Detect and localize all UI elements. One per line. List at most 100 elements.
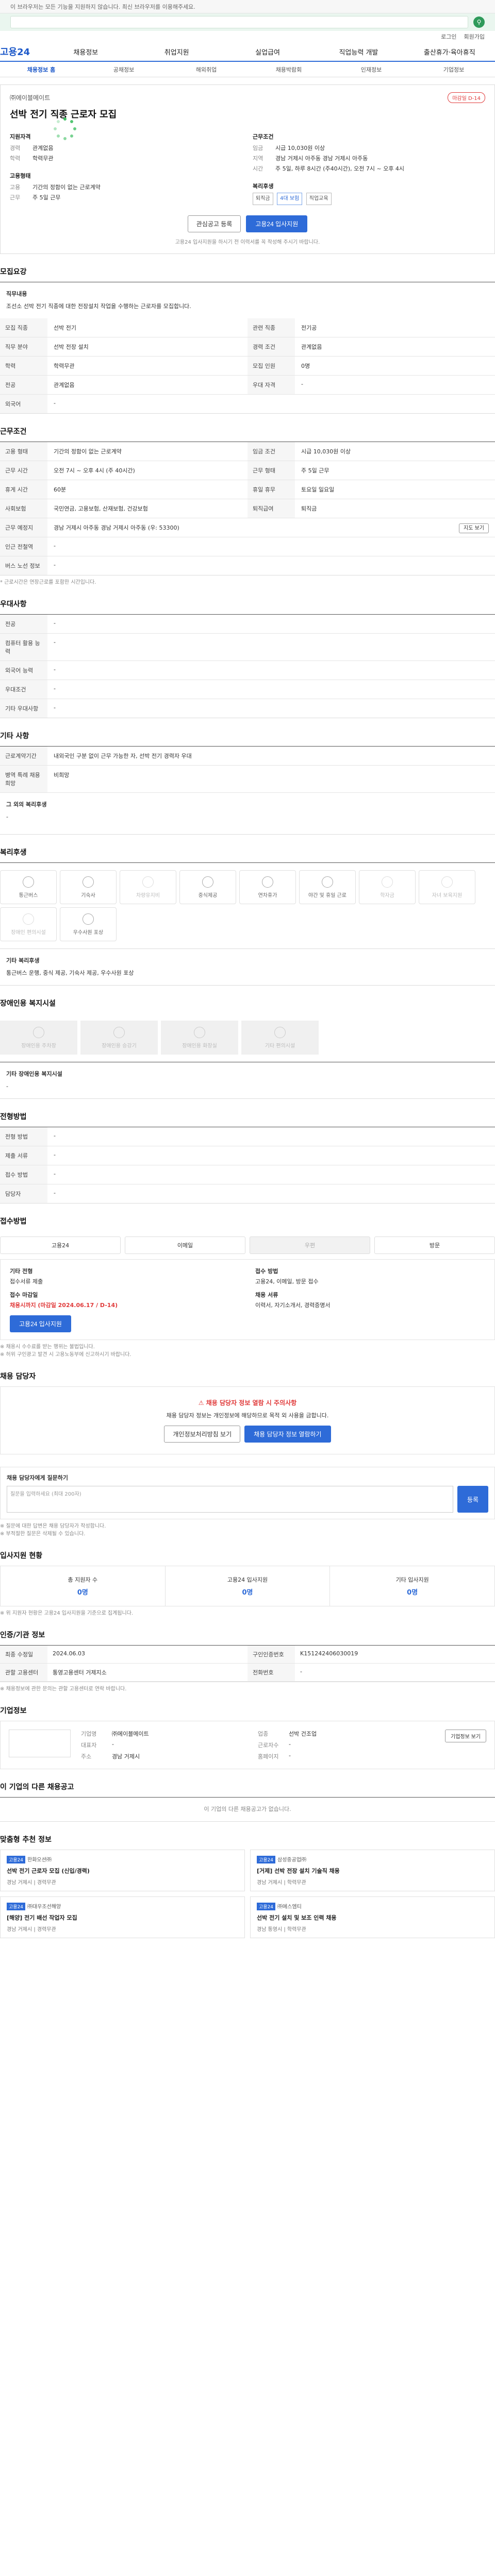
- info-grid: 최종 수정일 2024.06.03 구인인증번호 K151242406030019 …: [0, 1645, 495, 1682]
- contact-box: ⚠ 채용 담당자 정보 열람 시 주의사항 채용 담당자 정보는 개인정보에 해…: [0, 1386, 495, 1454]
- gnb-item-jobs[interactable]: 채용정보: [40, 47, 131, 57]
- view-contact-button[interactable]: 채용 담당자 정보 열람하기: [244, 1426, 331, 1443]
- row-value: -: [54, 400, 56, 406]
- gnb-item-training[interactable]: 직업능력 개발: [313, 47, 404, 57]
- apply-methods: 고용24 이메일 우편 방문: [0, 1231, 495, 1259]
- row-value: 오전 7시 ~ 오후 4시 (주 40시간): [54, 467, 135, 474]
- row-header: 병역 특례 채용 희망: [0, 766, 47, 792]
- row-value: 토요일 일요일: [301, 486, 335, 493]
- subnav-item-public[interactable]: 공채정보: [82, 65, 165, 74]
- gnb-item-support[interactable]: 취업지원: [131, 47, 222, 57]
- info-section: 인증/기관 정보 최종 수정일 2024.06.03 구인인증번호 K1512424…: [0, 1630, 495, 1693]
- row-value: 주 5일 근무: [301, 467, 329, 474]
- status-note: ※ 위 지원자 현황은 고용24 입사지원을 기준으로 집계됩니다.: [0, 1611, 134, 1616]
- apply-value: 고용24, 이메일, 방문 접수: [255, 1278, 319, 1285]
- restroom-icon: [194, 1026, 205, 1038]
- row-header: 최종 수정일: [0, 1646, 47, 1663]
- map-button[interactable]: 지도 보기: [459, 523, 489, 533]
- disability-grid: 장애인용 주차장 장애인용 승강기 장애인용 화장실 기타 편의시설: [0, 1013, 495, 1062]
- row-header: 우대조건: [0, 680, 47, 699]
- card-company: 한화오션㈜: [27, 1857, 52, 1863]
- company-key: 기업명: [81, 1731, 97, 1737]
- row-header: 휴일 휴무: [248, 480, 295, 499]
- site-logo[interactable]: 고용24: [0, 45, 40, 58]
- subnav-item-home[interactable]: 채용정보 홈: [0, 65, 82, 74]
- note-line: ※ 부적절한 질문은 삭제될 수 있습니다.: [0, 1531, 86, 1537]
- gnb-item-leave[interactable]: 출산휴가·육아휴직: [404, 47, 495, 57]
- company-info-button[interactable]: 기업정보 보기: [445, 1730, 486, 1742]
- apply-button-2[interactable]: 고용24 입사지원: [10, 1315, 71, 1332]
- apply-button[interactable]: 고용24 입사지원: [246, 215, 308, 232]
- graduation-icon: [382, 876, 393, 888]
- row-value: 0명: [301, 363, 310, 369]
- deadline-text: 채용시까지 (마감일 2024.06.17 / D-14): [10, 1302, 118, 1309]
- disability-section: 장애인용 복지시설 장애인용 주차장 장애인용 승강기 장애인용 화장실 기타 …: [0, 998, 495, 1099]
- subnav-item-company[interactable]: 기업정보: [412, 65, 495, 74]
- status-label: 총 지원자 수: [68, 1577, 98, 1583]
- preference-section: 우대사항 전공 - 컴퓨터 활용 능력 - 외국어 능력 - 우대조건 - 기타 우대사…: [0, 599, 495, 718]
- row-header: 근로계약기간: [0, 747, 47, 765]
- subnav-item-fair[interactable]: 채용박람회: [248, 65, 330, 74]
- row-header: 모집 직종: [0, 318, 47, 337]
- welfare-grid: 통근버스 기숙사 차량유지비 중식제공 연차휴가 야간 및 휴일 근로 학자금 …: [0, 863, 495, 948]
- recommend-card[interactable]: 고용24 한화오션㈜ 선박 전기 근로자 모집 (신입/경력) 경남 거제시 | …: [0, 1850, 245, 1891]
- facility-label: 장애인용 화장실: [182, 1043, 217, 1049]
- row-value: -: [301, 381, 303, 387]
- qna-input[interactable]: 질문을 입력하세요 (최대 200자): [7, 1486, 453, 1513]
- search-input[interactable]: [10, 16, 468, 28]
- company-value: -: [112, 1741, 114, 1748]
- note-line: ※ 질문에 대한 답변은 채용 담당자가 작성합니다.: [0, 1523, 106, 1529]
- facility-card: 장애인용 승강기: [80, 1021, 158, 1055]
- company-value: -: [289, 1752, 291, 1759]
- row-header: 우대 자격: [248, 376, 295, 394]
- welfare-card: 장애인 편의시설: [0, 907, 57, 941]
- screening-section: 전형방법 전형 방법 - 제출 서류 - 접수 방법 - 담당자 -: [0, 1111, 495, 1204]
- contact-section: 채용 담당자 ⚠ 채용 담당자 정보 열람 시 주의사항 채용 담당자 정보는 …: [0, 1371, 495, 1454]
- row-header: 담당자: [0, 1184, 47, 1203]
- row-value: -: [54, 666, 56, 673]
- subnav-item-talent[interactable]: 인재정보: [330, 65, 412, 74]
- signup-link[interactable]: 회원가입: [464, 32, 485, 41]
- welfare-label: 우수사원 포상: [73, 929, 104, 936]
- method-item: 이메일: [125, 1236, 245, 1254]
- status-label: 고용24 입사지원: [227, 1577, 268, 1583]
- row-value: 국민연금, 고용보험, 산재보험, 건강보험: [54, 505, 148, 512]
- login-link[interactable]: 로그인: [441, 32, 456, 41]
- card-title: [해양] 전기 배선 작업자 모집: [7, 1914, 77, 1921]
- row-value: 선박 전기: [54, 325, 76, 331]
- elevator-icon: [113, 1026, 125, 1038]
- recommend-card[interactable]: 고용24 ㈜에스엠티 선박 전기 설치 및 보조 인력 채용 경남 통영시 | 학…: [250, 1896, 495, 1938]
- row-header: 외국어: [0, 395, 47, 413]
- qna-section: 채용 담당자에게 질문하기 질문을 입력하세요 (최대 200자) 등록 ※ 질…: [0, 1467, 495, 1538]
- search-icon[interactable]: ⚲: [473, 16, 485, 28]
- section-title: 이 기업의 다른 채용공고: [0, 1783, 74, 1791]
- recommend-card[interactable]: 고용24 삼성중공업㈜ [거제] 선박 전장 설치 기술직 채용 경남 거제시 |…: [250, 1850, 495, 1891]
- source-tag: 고용24: [257, 1903, 276, 1910]
- subnav-item-overseas[interactable]: 해외취업: [165, 65, 248, 74]
- welfare-label: 차량유지비: [136, 892, 160, 899]
- company-value: ㈜에이블메이트: [112, 1731, 149, 1737]
- company-key: 근로자수: [258, 1742, 279, 1749]
- qna-submit-button[interactable]: 등록: [457, 1486, 488, 1513]
- apply-value: 이력서, 자기소개서, 경력증명서: [255, 1302, 331, 1309]
- kv-value: 주 5일 근무: [32, 194, 61, 201]
- welfare-card: 통근버스: [0, 870, 57, 904]
- row-value: 퇴직금: [301, 505, 317, 512]
- welfare-card: 중식제공: [179, 870, 236, 904]
- welfare-label: 학자금: [380, 892, 394, 899]
- row-value: -: [54, 685, 56, 692]
- card-company: ㈜대우조선해양: [27, 1904, 61, 1910]
- qualification-block: 지원자격 경력 관계없음 학력 학력무관: [10, 132, 242, 164]
- facility-card: 기타 편의시설: [241, 1021, 319, 1055]
- apply-note: 고용24 입사지원을 하시기 전 이력서를 꼭 작성해 주시기 바랍니다.: [175, 240, 320, 245]
- privacy-policy-button[interactable]: 개인정보처리방침 보기: [164, 1426, 241, 1443]
- row-header: 버스 노선 정보: [0, 556, 47, 575]
- recommend-card[interactable]: 고용24 ㈜대우조선해양 [해양] 전기 배선 작업자 모집 경남 거제시 | 경…: [0, 1896, 245, 1938]
- car-icon: [142, 876, 154, 888]
- row-value: K151242406030019: [300, 1650, 358, 1657]
- trophy-icon: [82, 913, 94, 925]
- row-value: -: [54, 620, 56, 626]
- gnb-item-unemployment[interactable]: 실업급여: [222, 47, 313, 57]
- employment-block: 고용형태 고용 기간의 정함이 없는 근로계약 근무 주 5일 근무: [10, 171, 242, 203]
- interest-button[interactable]: 관심공고 등록: [187, 215, 241, 232]
